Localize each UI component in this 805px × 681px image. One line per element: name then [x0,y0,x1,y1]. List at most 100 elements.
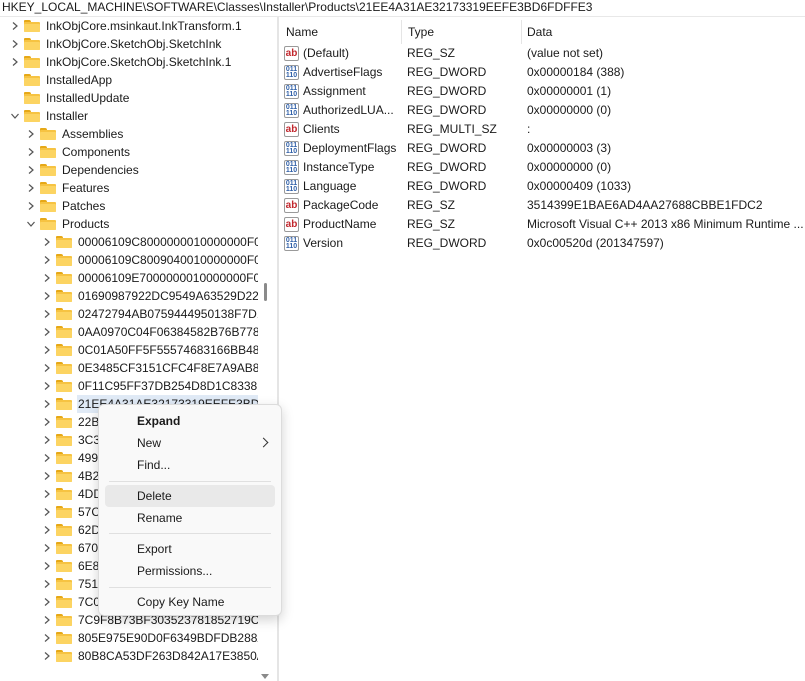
tree-item[interactable]: Patches [26,197,106,215]
folder-icon [56,470,72,482]
chevron-right-icon[interactable] [10,35,20,53]
chevron-right-icon[interactable] [26,161,36,179]
value-row[interactable]: 011 110 AdvertiseFlags [284,63,382,82]
chevron-right-icon[interactable] [42,485,52,503]
value-row[interactable]: ab Clients [284,120,340,139]
value-row[interactable]: ab ProductName [284,215,376,234]
chevron-down-icon[interactable] [10,107,20,125]
chevron-right-icon[interactable] [42,341,52,359]
folder-icon [56,650,72,662]
tree-item[interactable]: Features [26,179,110,197]
column-divider[interactable] [401,20,402,44]
binary-value-icon: 011 110 [284,103,299,118]
value-row[interactable]: 011 110 AuthorizedLUA... [284,101,394,120]
tree-item[interactable]: Assemblies [26,125,124,143]
tree-item[interactable]: InkObjCore.SketchObj.SketchInk.1 [10,53,232,71]
column-header-data[interactable]: Data [527,23,552,41]
chevron-right-icon[interactable] [42,611,52,629]
tree-item[interactable]: 0AA0970C04F06384582B76B77826E [42,323,258,341]
column-header-type[interactable]: Type [408,23,434,41]
tree-item[interactable]: Installer [10,107,89,125]
value-row[interactable]: ab (Default) [284,44,349,63]
column-header-name[interactable]: Name [286,23,318,41]
menu-item-permissions[interactable]: Permissions... [105,560,275,582]
menu-separator [109,533,271,534]
folder-icon [56,326,72,338]
chevron-right-icon[interactable] [42,233,52,251]
chevron-right-icon[interactable] [42,503,52,521]
menu-item-rename[interactable]: Rename [105,507,275,529]
value-row[interactable]: 011 110 Version [284,234,343,253]
chevron-right-icon[interactable] [42,467,52,485]
chevron-down-icon[interactable] [26,215,36,233]
chevron-right-icon[interactable] [42,629,52,647]
chevron-right-icon[interactable] [42,431,52,449]
chevron-right-icon[interactable] [42,413,52,431]
tree-item[interactable]: 00006109C8000000010000000F01F [42,233,258,251]
chevron-right-icon[interactable] [42,305,52,323]
chevron-right-icon[interactable] [42,359,52,377]
menu-item-find[interactable]: Find... [105,454,275,476]
chevron-right-icon[interactable] [26,197,36,215]
tree-item[interactable]: 80B8CA53DF263D842A17E3850AAD [42,647,258,665]
address-path[interactable]: HKEY_LOCAL_MACHINE\SOFTWARE\Classes\Inst… [0,0,592,14]
scroll-down-arrow-icon[interactable] [261,674,269,679]
chevron-right-icon[interactable] [26,143,36,161]
menu-item-export[interactable]: Export [105,538,275,560]
chevron-right-icon[interactable] [10,53,20,71]
chevron-right-icon[interactable] [42,557,52,575]
tree-item-label: 0C01A50FF5F55574683166BB48F1B [78,343,258,357]
chevron-right-icon [258,437,269,448]
folder-icon [40,218,56,230]
tree-item[interactable]: 00006109E7000000010000000F01F [42,269,258,287]
tree-item[interactable]: 0E3485CF3151CFC4F8E7A9AB8685 [42,359,258,377]
menu-item-expand[interactable]: Expand [105,410,275,432]
chevron-right-icon[interactable] [42,269,52,287]
menu-item-delete[interactable]: Delete [105,485,275,507]
tree-item[interactable]: 0C01A50FF5F55574683166BB48F1B [42,341,258,359]
tree-item[interactable]: 0F11C95FF37DB254D8D1C8338BD2 [42,377,258,395]
tree-item[interactable]: Components [26,143,131,161]
menu-item-new[interactable]: New [105,432,275,454]
value-name: InstanceType [303,160,375,174]
tree-item[interactable]: 02472794AB0759444950138F7D11B [42,305,258,323]
folder-icon [56,362,72,374]
column-divider[interactable] [521,20,522,44]
chevron-right-icon[interactable] [42,521,52,539]
tree-item[interactable]: InstalledUpdate [10,89,130,107]
chevron-right-icon[interactable] [26,179,36,197]
chevron-right-icon[interactable] [42,593,52,611]
chevron-right-icon[interactable] [42,287,52,305]
tree-item[interactable]: 01690987922DC9549A63529D22383 [42,287,258,305]
tree-item-label: 00006109C8000000010000000F01F [78,235,258,249]
tree-item[interactable]: 00006109C8009040010000000F01F [42,251,258,269]
tree-item-label: 0E3485CF3151CFC4F8E7A9AB8685 [78,361,258,375]
chevron-right-icon[interactable] [42,395,52,413]
chevron-right-icon[interactable] [42,539,52,557]
tree-item[interactable]: InkObjCore.SketchObj.SketchInk [10,35,222,53]
chevron-right-icon[interactable] [42,323,52,341]
chevron-right-icon[interactable] [42,449,52,467]
chevron-right-icon[interactable] [42,251,52,269]
chevron-right-icon[interactable] [26,125,36,143]
tree-item[interactable]: InstalledApp [10,71,113,89]
tree-item[interactable]: 4DD [42,485,103,503]
chevron-right-icon[interactable] [10,17,20,35]
tree-item[interactable]: InkObjCore.msinkaut.InkTransform.1 [10,17,243,35]
menu-item-copy-key-name[interactable]: Copy Key Name [105,591,275,613]
chevron-right-icon[interactable] [42,575,52,593]
tree-item[interactable]: Products [26,215,110,233]
scrollbar-thumb[interactable] [264,283,267,301]
tree-item[interactable]: 7513 [42,575,106,593]
value-row[interactable]: 011 110 DeploymentFlags [284,139,396,158]
tree-item[interactable]: Dependencies [26,161,140,179]
value-row[interactable]: 011 110 Assignment [284,82,366,101]
chevron-right-icon[interactable] [42,647,52,665]
folder-icon [56,380,72,392]
tree-item[interactable]: 805E975E90D0F6349BDFDB288A7D [42,629,258,647]
value-row[interactable]: 011 110 Language [284,177,356,196]
chevron-right-icon[interactable] [42,377,52,395]
value-row[interactable]: 011 110 InstanceType [284,158,374,177]
address-bar[interactable]: HKEY_LOCAL_MACHINE\SOFTWARE\Classes\Inst… [0,0,805,17]
value-row[interactable]: ab PackageCode [284,196,378,215]
